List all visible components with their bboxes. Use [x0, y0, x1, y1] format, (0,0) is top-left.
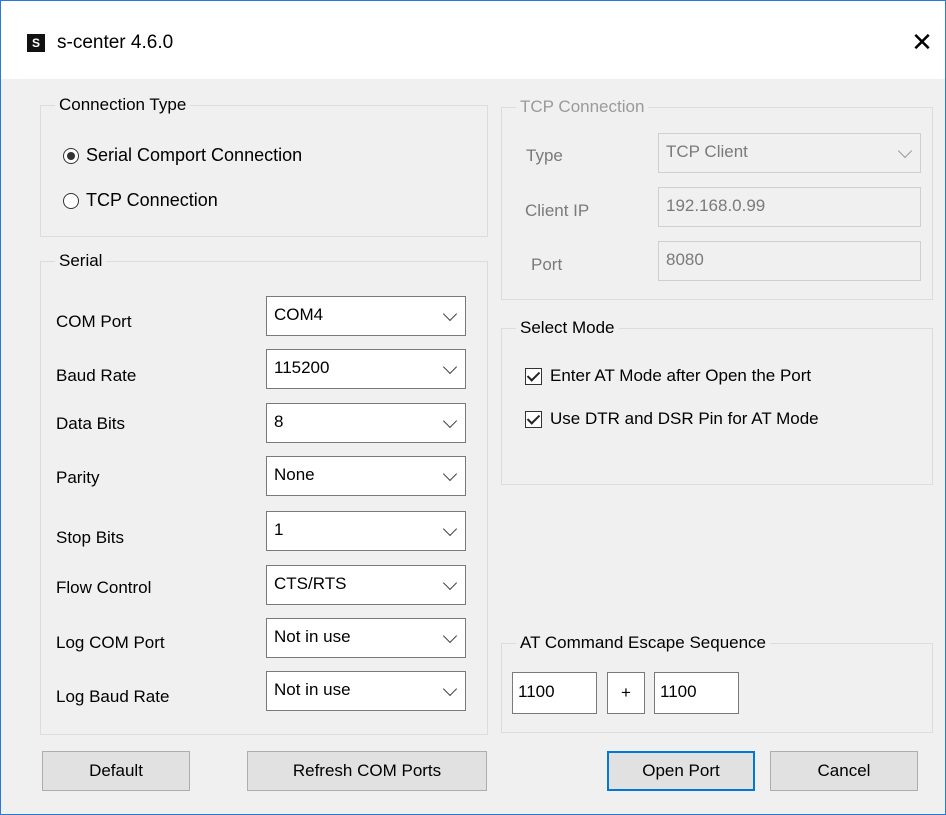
connection-type-legend: Connection Type — [59, 95, 187, 114]
com-port-label: COM Port — [56, 312, 132, 331]
client-ip-value: 192.168.0.99 — [666, 196, 766, 215]
select-mode-legend: Select Mode — [520, 318, 615, 337]
radio-serial-label: Serial Comport Connection — [86, 145, 303, 165]
tcp-port-value: 8080 — [666, 250, 704, 269]
escape-sequence-legend: AT Command Escape Sequence — [520, 633, 767, 652]
data-bits-label: Data Bits — [56, 414, 125, 433]
chevron-down-icon — [442, 306, 458, 322]
tcp-type-value: TCP Client — [666, 142, 748, 161]
tcp-port-input[interactable]: 8080 — [658, 241, 921, 281]
chevron-down-icon — [442, 575, 458, 591]
chevron-down-icon — [442, 359, 458, 375]
parity-value: None — [274, 465, 315, 484]
radio-tcp-connection[interactable]: TCP Connection — [63, 190, 218, 211]
app-icon: S — [27, 34, 45, 52]
baud-rate-label: Baud Rate — [56, 366, 137, 385]
cancel-button[interactable]: Cancel — [770, 751, 918, 791]
radio-unselected-icon — [63, 192, 79, 209]
stop-bits-label: Stop Bits — [56, 528, 125, 547]
at-mode-after-open-checkbox[interactable]: Enter AT Mode after Open the Port — [525, 366, 811, 386]
close-icon[interactable]: ✕ — [907, 25, 937, 59]
radio-selected-icon — [63, 147, 79, 164]
checkbox-checked-icon — [525, 410, 542, 428]
log-baud-rate-value: Not in use — [274, 680, 351, 699]
log-com-port-value: Not in use — [274, 627, 351, 646]
escape-plus-field: + — [607, 672, 645, 714]
flow-control-select[interactable]: CTS/RTS — [266, 565, 466, 605]
flow-control-value: CTS/RTS — [274, 574, 347, 593]
radio-tcp-label: TCP Connection — [86, 190, 218, 210]
com-port-select[interactable]: COM4 — [266, 296, 466, 336]
log-com-port-select[interactable]: Not in use — [266, 618, 466, 658]
chevron-down-icon — [897, 143, 913, 159]
log-baud-rate-label: Log Baud Rate — [56, 687, 170, 706]
baud-rate-value: 115200 — [274, 358, 330, 377]
escape-first-value: 1100 — [518, 682, 555, 701]
data-bits-select[interactable]: 8 — [266, 403, 466, 443]
chevron-down-icon — [442, 413, 458, 429]
chevron-down-icon — [442, 521, 458, 537]
window-title: s-center 4.6.0 — [57, 32, 174, 53]
chevron-down-icon — [442, 466, 458, 482]
radio-serial-comport[interactable]: Serial Comport Connection — [63, 145, 302, 166]
stop-bits-select[interactable]: 1 — [266, 511, 466, 551]
select-mode-group: Select Mode — [501, 318, 933, 485]
dialog-window: S s-center 4.6.0 ✕ Connection Type Seria… — [0, 0, 946, 815]
serial-legend: Serial — [59, 251, 103, 270]
chevron-down-icon — [442, 681, 458, 697]
tcp-type-select[interactable]: TCP Client — [658, 133, 921, 173]
refresh-com-ports-button[interactable]: Refresh COM Ports — [247, 751, 487, 791]
log-com-port-label: Log COM Port — [56, 633, 165, 652]
tcp-connection-legend: TCP Connection — [520, 97, 645, 116]
log-baud-rate-select[interactable]: Not in use — [266, 671, 466, 711]
tcp-type-label: Type — [526, 146, 563, 165]
flow-control-label: Flow Control — [56, 578, 152, 597]
escape-second-input[interactable]: 1100 — [654, 672, 739, 714]
chevron-down-icon — [442, 628, 458, 644]
baud-rate-select[interactable]: 115200 — [266, 349, 466, 389]
stop-bits-value: 1 — [274, 520, 284, 539]
escape-second-value: 1100 — [660, 682, 697, 701]
title-bar[interactable]: S s-center 4.6.0 ✕ — [1, 1, 945, 79]
client-ip-label: Client IP — [525, 201, 590, 220]
tcp-port-label: Port — [531, 255, 563, 274]
parity-select[interactable]: None — [266, 456, 466, 496]
client-ip-input[interactable]: 192.168.0.99 — [658, 187, 921, 227]
checkbox-checked-icon — [525, 367, 542, 385]
escape-first-input[interactable]: 1100 — [512, 672, 597, 714]
parity-label: Parity — [56, 468, 100, 487]
data-bits-value: 8 — [274, 412, 284, 431]
dtr-dsr-pin-checkbox[interactable]: Use DTR and DSR Pin for AT Mode — [525, 409, 819, 429]
default-button[interactable]: Default — [42, 751, 190, 791]
connection-type-group: Connection Type — [40, 95, 488, 237]
dtr-dsr-pin-label: Use DTR and DSR Pin for AT Mode — [550, 409, 819, 428]
at-mode-after-open-label: Enter AT Mode after Open the Port — [550, 366, 812, 385]
open-port-button[interactable]: Open Port — [607, 751, 755, 791]
com-port-value: COM4 — [274, 305, 324, 324]
